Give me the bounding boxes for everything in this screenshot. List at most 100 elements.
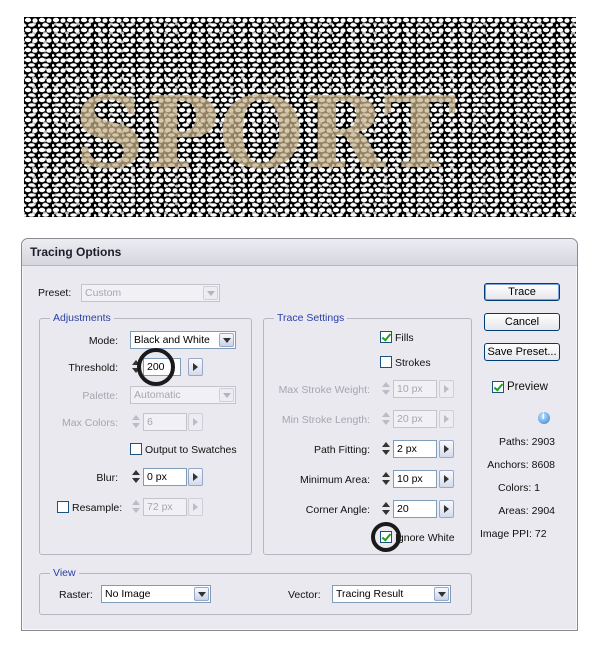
minimum-area-value: 10 px: [397, 473, 423, 485]
path-fitting-label: Path Fitting:: [313, 444, 370, 456]
save-preset-button[interactable]: Save Preset...: [484, 343, 560, 361]
stepper-arrows-icon[interactable]: [380, 440, 392, 458]
stepper-arrows-icon[interactable]: [380, 500, 392, 518]
chevron-down-icon: [219, 388, 234, 402]
preset-label: Preset:: [38, 287, 72, 299]
stepper-arrows-icon[interactable]: [380, 470, 392, 488]
preview-checkbox[interactable]: [492, 381, 504, 393]
chevron-down-icon: [219, 333, 234, 347]
trace-button[interactable]: Trace: [484, 283, 560, 301]
max-colors-value: 6: [147, 416, 153, 428]
raster-value: No Image: [105, 588, 151, 600]
max-colors-slider-button[interactable]: [188, 413, 203, 431]
stepper-arrows-icon[interactable]: [380, 410, 392, 428]
minimum-area-slider-button[interactable]: [439, 470, 454, 488]
stepper-arrows-icon[interactable]: [380, 380, 392, 398]
resample-stepper[interactable]: 72 px: [130, 498, 205, 516]
vector-value: Tracing Result: [336, 588, 404, 600]
dialog-titlebar: Tracing Options: [22, 239, 577, 266]
blur-value: 0 px: [147, 471, 167, 483]
sport-letters-overlay: SPORT: [74, 76, 456, 191]
blur-field[interactable]: 0 px: [143, 468, 187, 486]
max-colors-stepper[interactable]: 6: [130, 413, 205, 431]
corner-angle-field[interactable]: 20: [393, 500, 437, 518]
strokes-label: Strokes: [395, 357, 431, 369]
raster-label: Raster:: [59, 589, 93, 601]
max-stroke-weight-slider-button[interactable]: [439, 380, 454, 398]
mosaic-artwork: SPORT: [24, 17, 576, 217]
max-stroke-weight-label: Max Stroke Weight:: [278, 384, 370, 396]
palette-dropdown[interactable]: Automatic: [130, 386, 236, 404]
chevron-down-icon: [434, 587, 449, 601]
palette-label: Palette:: [82, 390, 118, 402]
max-stroke-weight-value: 10 px: [397, 383, 423, 395]
stepper-arrows-icon[interactable]: [130, 498, 142, 516]
chevron-down-icon: [203, 286, 218, 300]
raster-dropdown[interactable]: No Image: [101, 585, 211, 603]
fills-label: Fills: [395, 332, 414, 344]
output-to-swatches-label: Output to Swatches: [145, 444, 237, 456]
blur-slider-button[interactable]: [188, 468, 203, 486]
min-stroke-length-field[interactable]: 20 px: [393, 410, 437, 428]
trace-settings-group: Trace Settings: [263, 312, 472, 555]
corner-angle-stepper[interactable]: 20: [380, 500, 456, 518]
path-fitting-field[interactable]: 2 px: [393, 440, 437, 458]
trace-settings-title: Trace Settings: [274, 312, 348, 324]
highlight-ring-ignore-white: [371, 522, 401, 552]
blur-label: Blur:: [96, 472, 118, 484]
view-title: View: [50, 567, 79, 579]
minimum-area-field[interactable]: 10 px: [393, 470, 437, 488]
min-stroke-length-slider-button[interactable]: [439, 410, 454, 428]
adjustments-title: Adjustments: [50, 312, 114, 324]
preset-dropdown[interactable]: Custom: [81, 284, 220, 302]
stat-anchors: Anchors: 8608: [487, 459, 555, 471]
minimum-area-label: Minimum Area:: [299, 474, 370, 486]
ignore-white-label: Ignore White: [395, 532, 455, 544]
mode-value: Black and White: [134, 334, 210, 346]
max-stroke-weight-field[interactable]: 10 px: [393, 380, 437, 398]
min-stroke-length-value: 20 px: [397, 413, 423, 425]
vector-dropdown[interactable]: Tracing Result: [332, 585, 451, 603]
resample-slider-button[interactable]: [188, 498, 203, 516]
mode-dropdown[interactable]: Black and White: [130, 331, 236, 349]
stepper-arrows-icon[interactable]: [130, 468, 142, 486]
stat-areas: Areas: 2904: [498, 505, 555, 517]
threshold-label: Threshold:: [68, 362, 118, 374]
chevron-down-icon: [194, 587, 209, 601]
blur-stepper[interactable]: 0 px: [130, 468, 205, 486]
min-stroke-length-stepper[interactable]: 20 px: [380, 410, 456, 428]
corner-angle-value: 20: [397, 503, 409, 515]
stepper-arrows-icon[interactable]: [130, 413, 142, 431]
path-fitting-value: 2 px: [397, 443, 417, 455]
mode-label: Mode:: [88, 335, 118, 347]
preview-label: Preview: [507, 381, 548, 393]
corner-angle-slider-button[interactable]: [439, 500, 454, 518]
minimum-area-stepper[interactable]: 10 px: [380, 470, 456, 488]
palette-value: Automatic: [134, 389, 181, 401]
max-colors-label: Max Colors:: [61, 417, 118, 429]
max-colors-field[interactable]: 6: [143, 413, 187, 431]
resample-field[interactable]: 72 px: [143, 498, 187, 516]
min-stroke-length-label: Min Stroke Length:: [281, 414, 370, 426]
fills-checkbox[interactable]: [380, 331, 392, 343]
resample-value: 72 px: [147, 501, 173, 513]
traced-image-preview: SPORT: [24, 17, 576, 217]
vector-label: Vector:: [288, 589, 321, 601]
tracing-options-dialog: Tracing Options Preset: Custom Adjustmen…: [21, 238, 578, 631]
max-stroke-weight-stepper[interactable]: 10 px: [380, 380, 456, 398]
corner-angle-label: Corner Angle:: [305, 504, 370, 516]
threshold-slider-button[interactable]: [188, 358, 203, 376]
strokes-checkbox[interactable]: [380, 356, 392, 368]
resample-label: Resample:: [72, 502, 123, 514]
stat-image-ppi: Image PPI: 72: [480, 528, 547, 540]
path-fitting-slider-button[interactable]: [439, 440, 454, 458]
info-icon: [538, 411, 550, 424]
preview-text: SPORT: [74, 76, 456, 191]
output-to-swatches-checkbox[interactable]: [130, 443, 142, 455]
path-fitting-stepper[interactable]: 2 px: [380, 440, 456, 458]
highlight-ring-threshold: [137, 348, 175, 386]
resample-checkbox[interactable]: [57, 501, 69, 513]
dialog-title: Tracing Options: [30, 245, 122, 259]
cancel-button[interactable]: Cancel: [484, 313, 560, 331]
stat-paths: Paths: 2903: [498, 436, 555, 448]
